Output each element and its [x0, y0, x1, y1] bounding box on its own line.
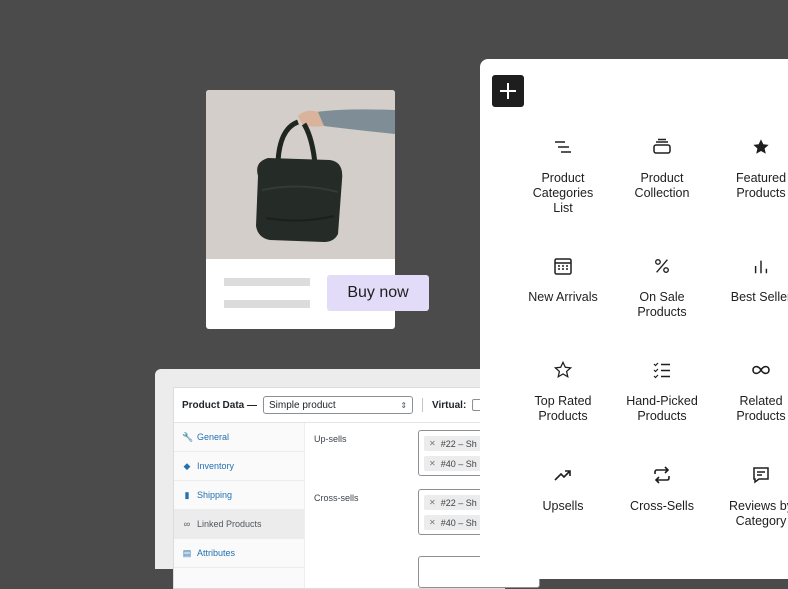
- block-label: Reviews by Category: [729, 499, 788, 528]
- tag-icon: ◆: [183, 460, 191, 471]
- text-placeholder-line: [224, 300, 310, 308]
- chip-label: #22 – Sh: [440, 497, 477, 508]
- tab-shipping[interactable]: ▮ Shipping: [174, 481, 304, 510]
- crosssells-label: Cross-sells: [314, 493, 359, 503]
- product-data-box: Product Data — Simple product ⇕ Virtual:…: [173, 387, 544, 589]
- chip-label: #40 – Sh: [440, 517, 477, 528]
- repeat-icon: [650, 463, 674, 487]
- block-label: Product Categories List: [532, 171, 594, 215]
- product-type-value: Simple product: [269, 399, 336, 411]
- remove-icon[interactable]: ✕: [429, 518, 436, 527]
- block-label: Best Seller: [730, 290, 788, 304]
- product-data-panel: Product Data — Simple product ⇕ Virtual:…: [155, 369, 544, 589]
- star-outline-icon: [551, 358, 575, 382]
- block-label: Featured Products: [735, 171, 787, 200]
- block-label: New Arrivals: [528, 290, 598, 304]
- bar-chart-icon: [749, 254, 773, 278]
- tab-attributes[interactable]: ▤ Attributes: [174, 539, 304, 568]
- block-cross-sells[interactable]: Cross-Sells: [607, 463, 717, 514]
- remove-icon[interactable]: ✕: [429, 498, 436, 507]
- block-new-arrivals[interactable]: New Arrivals: [508, 254, 618, 305]
- add-block-button[interactable]: [492, 75, 524, 107]
- block-inserter-panel: Product Categories List Product Collecti…: [480, 59, 788, 579]
- chip-label: #22 – Sh: [440, 438, 477, 449]
- block-top-rated-products[interactable]: Top Rated Products: [508, 358, 618, 424]
- product-type-select[interactable]: Simple product ⇕: [263, 396, 414, 414]
- block-label: Product Collection: [634, 171, 690, 200]
- checklist-icon: [650, 358, 674, 382]
- product-image: [206, 90, 395, 259]
- product-data-tabs: 🔧 General ◆ Inventory ▮ Shipping ∞ Linke…: [174, 423, 305, 588]
- remove-icon[interactable]: ✕: [429, 439, 436, 448]
- percent-icon: [650, 254, 674, 278]
- block-label: Cross-Sells: [630, 499, 694, 513]
- tab-label: General: [197, 432, 230, 442]
- comment-icon: [749, 463, 773, 487]
- block-product-collection[interactable]: Product Collection: [607, 135, 717, 201]
- categories-list-icon: [551, 135, 575, 159]
- product-card: Buy now: [206, 90, 429, 329]
- tab-inventory[interactable]: ◆ Inventory: [174, 452, 304, 481]
- divider: [422, 398, 424, 412]
- block-hand-picked-products[interactable]: Hand-Picked Products: [607, 358, 717, 424]
- calendar-icon: [551, 254, 575, 278]
- virtual-label: Virtual:: [432, 399, 467, 411]
- tab-label: Inventory: [197, 461, 235, 471]
- block-on-sale-products[interactable]: On Sale Products: [607, 254, 717, 320]
- buy-now-button[interactable]: Buy now: [327, 275, 429, 311]
- block-label: On Sale Products: [637, 290, 687, 319]
- block-upsells[interactable]: Upsells: [508, 463, 618, 514]
- upsells-label: Up-sells: [314, 434, 347, 444]
- block-label: Upsells: [542, 499, 584, 513]
- block-product-categories-list[interactable]: Product Categories List: [508, 135, 618, 216]
- plus-icon: [500, 83, 516, 99]
- trend-up-icon: [551, 463, 575, 487]
- block-label: Top Rated Products: [534, 394, 592, 423]
- block-featured-products[interactable]: Featured Products: [706, 135, 788, 201]
- block-best-sellers[interactable]: Best Seller: [706, 254, 788, 305]
- tab-general[interactable]: 🔧 General: [174, 423, 304, 452]
- tab-label: Linked Products: [197, 519, 262, 529]
- star-filled-icon: [749, 135, 773, 159]
- link-icon: ∞: [183, 519, 191, 529]
- truck-icon: ▮: [184, 489, 190, 500]
- select-arrows-icon: ⇕: [400, 400, 408, 410]
- list-icon: ▤: [182, 547, 192, 558]
- block-label: Hand-Picked Products: [626, 394, 698, 423]
- infinity-icon: [749, 358, 773, 382]
- tab-label: Shipping: [197, 490, 233, 500]
- tab-label: Attributes: [197, 548, 236, 558]
- text-placeholder-line: [224, 278, 310, 286]
- wrench-icon: 🔧: [182, 431, 194, 442]
- remove-icon[interactable]: ✕: [429, 459, 436, 468]
- product-data-title: Product Data —: [182, 399, 258, 411]
- chip-label: #40 – Sh: [440, 458, 477, 469]
- block-label: Related Products: [736, 394, 786, 423]
- collection-icon: [650, 135, 674, 159]
- product-data-header: Product Data — Simple product ⇕ Virtual:: [174, 388, 504, 423]
- block-related-products[interactable]: Related Products: [706, 358, 788, 424]
- block-reviews-by-category[interactable]: Reviews by Category: [706, 463, 788, 529]
- tab-linked-products[interactable]: ∞ Linked Products: [174, 510, 304, 539]
